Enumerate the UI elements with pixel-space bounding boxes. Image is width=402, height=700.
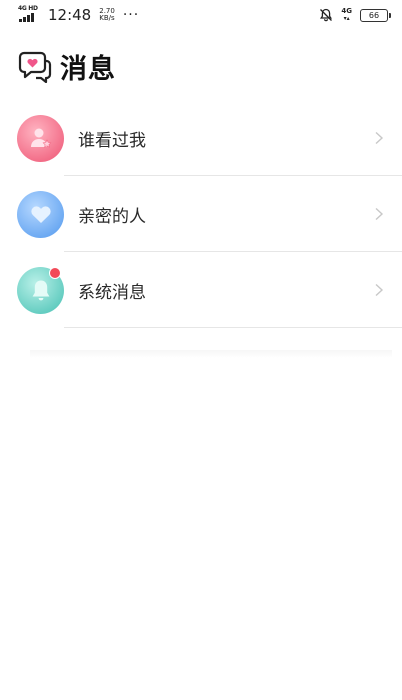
status-left: 4G HD 12:48 2.70 KB/s ···	[18, 6, 140, 25]
status-bar: 4G HD 12:48 2.70 KB/s ··· 4G ▾▴ 66	[0, 0, 402, 30]
chevron-right-icon	[375, 207, 384, 221]
message-list: 谁看过我 亲密的人 系统消息	[0, 100, 402, 328]
system-messages-avatar	[17, 266, 64, 314]
chevron-right-icon	[375, 131, 384, 145]
signal-icon: 4G HD	[18, 6, 40, 24]
battery-level: 66	[368, 10, 380, 20]
list-item-visitors[interactable]: 谁看过我	[0, 100, 402, 176]
network-type-right: 4G ▾▴	[341, 7, 352, 23]
page-header: 消息	[18, 44, 116, 88]
page-title: 消息	[60, 53, 116, 85]
list-item-label: 系统消息	[78, 282, 146, 303]
list-item-label: 谁看过我	[78, 130, 146, 151]
list-item-label: 亲密的人	[78, 206, 146, 227]
status-right: 4G ▾▴ 66	[319, 7, 391, 23]
list-item-system-messages[interactable]: 系统消息	[0, 252, 402, 328]
network-speed: 2.70 KB/s	[99, 8, 115, 22]
mute-bell-icon	[320, 8, 333, 22]
chat-heart-icon	[18, 51, 52, 83]
divider	[64, 326, 402, 328]
list-item-intimate[interactable]: 亲密的人	[0, 176, 402, 252]
network-type-right-label: 4G	[341, 7, 352, 15]
network-type-left: 4G HD	[18, 5, 38, 12]
heart-icon	[30, 206, 51, 223]
network-speed-unit: KB/s	[99, 14, 115, 22]
overflow-dots-icon: ···	[122, 7, 140, 23]
list-shadow	[30, 350, 392, 358]
visitors-avatar	[17, 114, 64, 162]
screen: 4G HD 12:48 2.70 KB/s ··· 4G ▾▴ 66 消息 谁看…	[0, 0, 402, 700]
clock: 12:48	[48, 6, 92, 24]
bell-icon	[32, 280, 49, 301]
intimate-avatar	[17, 190, 64, 238]
person-star-icon	[30, 128, 51, 148]
chevron-right-icon	[375, 283, 384, 297]
unread-badge	[49, 266, 61, 279]
battery-icon: 66	[360, 8, 391, 22]
